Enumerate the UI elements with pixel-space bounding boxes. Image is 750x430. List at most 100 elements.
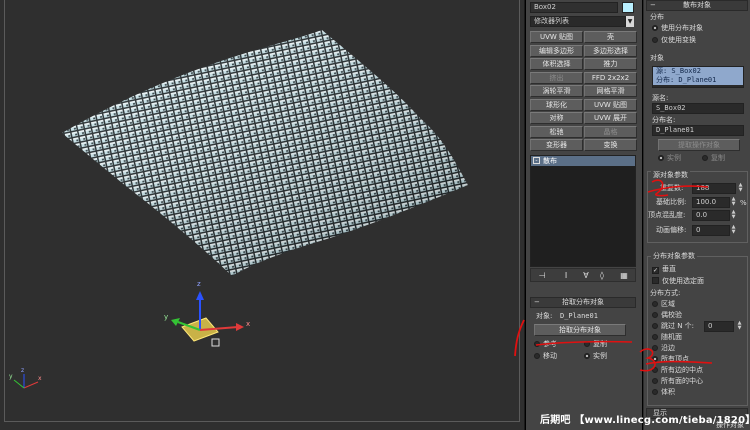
operand-distribution-item[interactable]: 分布: D_Plane01: [653, 76, 743, 85]
option-instance-label: 实例: [593, 352, 607, 360]
radio-transforms-only[interactable]: [652, 37, 658, 43]
base-scale-spinner[interactable]: ▲ ▼: [730, 197, 737, 208]
extract-copy-option[interactable]: 复制: [702, 154, 725, 163]
selected-faces-checkbox[interactable]: [652, 277, 659, 284]
modifier-button[interactable]: 涡轮平滑: [530, 85, 583, 97]
modifier-button[interactable]: 松驰: [530, 125, 583, 138]
option-instance[interactable]: 实例: [584, 352, 607, 361]
annotation-number: 3: [634, 352, 635, 361]
vertex-chaos-field[interactable]: 0.0: [692, 210, 730, 221]
modifier-button[interactable]: 挤出: [530, 71, 583, 84]
skip-n-spinner[interactable]: ▲ ▼: [736, 321, 743, 332]
option-reference-label: 参考: [543, 340, 557, 348]
skip-n-field[interactable]: 0: [704, 321, 734, 332]
distribution-method-radio[interactable]: [652, 301, 658, 307]
distribution-method-option[interactable]: 跳过 N 个:: [652, 322, 694, 331]
pin-stack-icon[interactable]: ⊣: [537, 271, 547, 280]
operand-source-item[interactable]: 源: S_Box02: [653, 67, 743, 76]
distribution-method-option[interactable]: 所有面的中心: [652, 377, 703, 386]
radio-use-distribution[interactable]: [652, 25, 658, 31]
distribution-method-radio[interactable]: [652, 323, 658, 329]
radio-move[interactable]: [534, 353, 540, 359]
configure-sets-icon[interactable]: ▦: [619, 271, 629, 280]
option-reference[interactable]: 参考: [534, 340, 557, 349]
stack-item-scatter[interactable]: - 散布: [531, 156, 635, 166]
dropdown-arrow-icon[interactable]: ▼: [626, 16, 634, 27]
make-unique-icon[interactable]: ∀: [581, 271, 591, 280]
modifier-button[interactable]: 壳: [584, 31, 637, 43]
distribution-method-radio[interactable]: [652, 378, 658, 384]
collapse-icon[interactable]: -: [533, 157, 540, 164]
duplicates-spinner[interactable]: ▲ ▼: [737, 183, 744, 194]
distribution-method-radio[interactable]: [652, 389, 658, 395]
modifier-button[interactable]: 球形化: [530, 98, 583, 111]
source-name-field[interactable]: S_Box02: [652, 103, 744, 114]
modifier-button[interactable]: 变换: [584, 139, 637, 151]
distribution-method-option[interactable]: 体积: [652, 388, 675, 397]
modifier-button[interactable]: 推力: [584, 58, 637, 70]
distribution-method-label: 体积: [661, 388, 675, 396]
distribution-method-label: 所有顶点: [661, 355, 689, 363]
scatter-rollout-header[interactable]: − 散布对象: [646, 0, 748, 11]
show-end-result-icon[interactable]: I: [561, 271, 571, 280]
distribution-method-radio[interactable]: [652, 312, 658, 318]
animation-offset-field[interactable]: 0: [692, 225, 730, 236]
modifier-button[interactable]: 网格平滑: [584, 85, 637, 97]
modifier-button[interactable]: 晶格: [584, 125, 637, 138]
radio-copy[interactable]: [584, 341, 590, 347]
radio-reference[interactable]: [534, 341, 540, 347]
distribution-method-option[interactable]: 随机面: [652, 333, 682, 342]
extract-instance-option[interactable]: 实例: [658, 154, 681, 163]
transforms-only-option[interactable]: 仅使用变换: [652, 36, 696, 45]
corner-y-label: y: [9, 373, 13, 380]
duplicates-field[interactable]: 188: [692, 183, 736, 194]
distribution-method-option[interactable]: 区域: [652, 300, 675, 309]
option-copy[interactable]: 复制: [584, 340, 607, 349]
extract-operand-button[interactable]: 提取操作对象: [658, 139, 740, 151]
remove-modifier-icon[interactable]: ◊: [597, 271, 607, 280]
vertex-chaos-spinner[interactable]: ▲ ▼: [730, 210, 737, 221]
animation-offset-spinner[interactable]: ▲ ▼: [730, 225, 737, 236]
distribution-method-option[interactable]: 沿边: [652, 344, 675, 353]
modifier-button[interactable]: 多边形选择: [584, 44, 637, 57]
distribution-method-radio[interactable]: [652, 334, 658, 340]
modifier-button[interactable]: UVW 展开: [584, 112, 637, 124]
modifier-button[interactable]: UVW 贴图: [530, 31, 583, 43]
perpendicular-checkbox[interactable]: ✓: [652, 267, 659, 274]
annotation-number: 2: [645, 176, 646, 185]
modifier-button[interactable]: 变形器: [530, 139, 583, 151]
distribution-method-radio[interactable]: [652, 345, 658, 351]
viewport-perspective[interactable]: z x y x z y: [0, 0, 525, 430]
duplicates-label: 重复数:: [660, 184, 684, 192]
pick-distribution-object-button[interactable]: 拾取分布对象: [534, 324, 626, 336]
modifier-button[interactable]: 编辑多边形: [530, 44, 583, 57]
modifier-button[interactable]: UVW 贴图: [584, 98, 637, 111]
radio-extract-instance[interactable]: [658, 155, 664, 161]
distribution-method-label: 分布方式:: [650, 289, 681, 297]
base-scale-field[interactable]: 100.0: [692, 197, 730, 208]
modifier-button[interactable]: FFD 2x2x2: [584, 71, 637, 84]
selected-faces-option[interactable]: 仅使用选定面: [652, 277, 704, 286]
distribution-method-label: 区域: [661, 300, 675, 308]
option-move[interactable]: 移动: [534, 352, 557, 361]
radio-instance[interactable]: [584, 353, 590, 359]
distribution-method-radio[interactable]: [652, 367, 658, 373]
pick-object-label: 对象:: [536, 312, 553, 320]
use-distribution-object-option[interactable]: 使用分布对象: [652, 24, 703, 33]
distribution-name-field[interactable]: D_Plane01: [652, 125, 744, 136]
modifier-stack[interactable]: - 散布: [530, 155, 636, 267]
modifier-button[interactable]: 体积选择: [530, 58, 583, 70]
object-color-swatch[interactable]: [622, 2, 634, 13]
modifier-button[interactable]: 对称: [530, 112, 583, 124]
distribution-method-option[interactable]: 偶校验: [652, 311, 682, 320]
perpendicular-option[interactable]: ✓ 垂直: [652, 265, 676, 274]
distribution-method-radio[interactable]: [652, 356, 658, 362]
modifier-list-dropdown[interactable]: 修改器列表: [530, 16, 626, 27]
pick-rollout-header[interactable]: − 拾取分布对象: [530, 297, 636, 308]
distribution-method-option[interactable]: 所有顶点: [652, 355, 689, 364]
object-name-field[interactable]: Box02: [530, 2, 618, 13]
distribution-method-option[interactable]: 所有边的中点: [652, 366, 703, 375]
radio-extract-copy[interactable]: [702, 155, 708, 161]
transform-gizmo[interactable]: [171, 291, 244, 347]
operand-list[interactable]: 源: S_Box02 分布: D_Plane01: [652, 66, 744, 88]
